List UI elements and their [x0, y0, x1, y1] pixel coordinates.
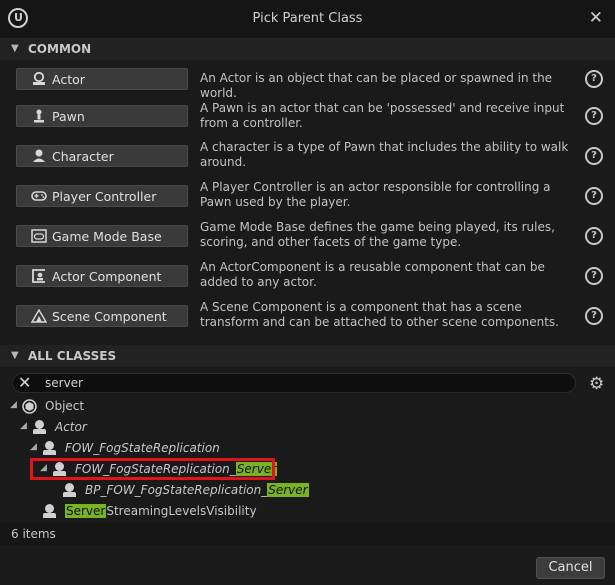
game-mode-base-class-label: Game Mode Base: [52, 229, 162, 244]
title-bar: Pick Parent Class ✕: [0, 0, 615, 38]
common-row-game-mode-base: Game Mode Base Game Mode Base defines th…: [0, 218, 615, 256]
scene-component-icon: [30, 308, 48, 323]
character-class-label: Character: [52, 149, 114, 164]
help-icon[interactable]: ?: [585, 267, 603, 285]
help-icon[interactable]: ?: [585, 187, 603, 205]
gamepad-icon: [31, 189, 47, 203]
character-class-button[interactable]: Character: [16, 145, 188, 167]
actor-class-icon: [42, 441, 57, 456]
game-mode-base-description: Game Mode Base defines the game being pl…: [200, 220, 555, 249]
tree-item-label: Object: [45, 399, 85, 413]
character-icon: [31, 149, 47, 163]
item-count-bar: 6 items: [0, 523, 615, 545]
help-icon[interactable]: ?: [585, 147, 603, 165]
pawn-class-button[interactable]: Pawn: [16, 105, 188, 127]
expand-arrow-icon[interactable]: ◢: [10, 400, 17, 410]
scene-component-class-button[interactable]: Scene Component: [16, 305, 188, 327]
close-icon[interactable]: ✕: [589, 8, 603, 28]
scene-component-description: A Scene Component is a component that ha…: [200, 300, 559, 329]
help-icon[interactable]: ?: [585, 227, 603, 245]
common-row-scene-component: Scene Component A Scene Component is a c…: [0, 298, 615, 336]
scene-component-class-label: Scene Component: [52, 309, 167, 324]
actor-description: An Actor is an object that can be placed…: [200, 71, 553, 100]
help-icon[interactable]: ?: [585, 70, 603, 88]
player-controller-class-button[interactable]: Player Controller: [16, 185, 188, 207]
class-search-box: ✕: [12, 373, 576, 393]
search-match-highlight: Server: [267, 483, 309, 497]
game-mode-base-class-button[interactable]: Game Mode Base: [16, 225, 188, 247]
actor-class-icon: [62, 483, 77, 498]
tree-item-label: ServerStreamingLevelsVisibility: [65, 504, 257, 518]
actor-component-icon: [31, 269, 47, 283]
player-controller-description: A Player Controller is an actor responsi…: [200, 180, 551, 209]
gear-icon[interactable]: ⚙: [589, 374, 604, 394]
common-row-player-controller: Player Controller A Player Controller is…: [0, 178, 615, 216]
common-row-pawn: Pawn A Pawn is an actor that can be 'pos…: [0, 98, 615, 136]
actor-class-icon: [42, 504, 57, 519]
tree-item-label: FOW_FogStateReplication: [65, 441, 220, 455]
collapse-triangle-icon: ▼: [11, 350, 19, 361]
common-row-actor: Actor An Actor is an object that can be …: [0, 60, 615, 100]
clear-search-icon[interactable]: ✕: [18, 374, 31, 392]
item-count: 6 items: [11, 527, 56, 541]
game-mode-icon: [31, 229, 47, 243]
cancel-button[interactable]: Cancel: [536, 557, 605, 579]
character-description: A character is a type of Pawn that inclu…: [200, 140, 569, 169]
actor-component-class-label: Actor Component: [52, 269, 162, 284]
pawn-class-label: Pawn: [52, 109, 85, 124]
actor-class-button[interactable]: Actor: [16, 68, 188, 90]
expand-arrow-icon[interactable]: ◢: [30, 442, 37, 452]
tree-item-label: BP_FOW_FogStateReplication_Server: [85, 483, 309, 497]
selection-outline: [30, 458, 275, 480]
collapse-triangle-icon: ▼: [11, 43, 19, 54]
class-search-input[interactable]: [45, 375, 545, 391]
common-row-actor-component: Actor Component An ActorComponent is a r…: [0, 258, 615, 296]
actor-component-class-button[interactable]: Actor Component: [16, 265, 188, 287]
all-classes-section-label: ALL CLASSES: [28, 349, 117, 363]
search-match-highlight: Server: [65, 504, 107, 518]
actor-component-description: An ActorComponent is a reusable componen…: [200, 260, 545, 289]
actor-class-label: Actor: [52, 72, 85, 87]
tree-item-label: Actor: [55, 420, 87, 434]
common-section-label: COMMON: [28, 42, 92, 56]
all-classes-section-header[interactable]: ▼ ALL CLASSES: [0, 345, 615, 367]
player-controller-class-label: Player Controller: [52, 189, 157, 204]
help-icon[interactable]: ?: [585, 307, 603, 325]
dialog-footer: [0, 548, 615, 585]
expand-arrow-icon[interactable]: ◢: [20, 421, 27, 431]
help-icon[interactable]: ?: [585, 107, 603, 125]
actor-class-icon: [32, 420, 47, 435]
object-class-icon: [22, 399, 37, 414]
common-row-character: Character A character is a type of Pawn …: [0, 138, 615, 176]
pawn-description: A Pawn is an actor that can be 'possesse…: [200, 101, 565, 130]
window-title: Pick Parent Class: [252, 11, 363, 26]
common-section-header[interactable]: ▼ COMMON: [0, 38, 615, 60]
pawn-icon: [31, 109, 47, 123]
actor-icon: [31, 71, 47, 86]
